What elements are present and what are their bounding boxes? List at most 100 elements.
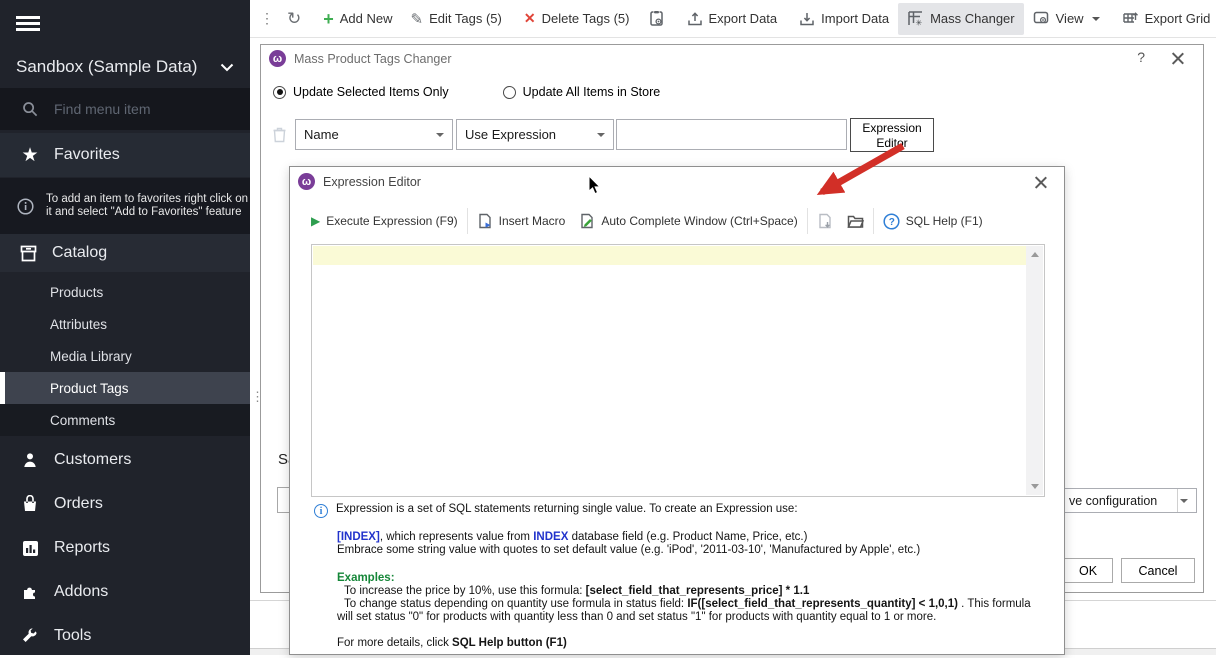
open-expression-button[interactable]: [840, 205, 871, 237]
radio-update-all[interactable]: [503, 86, 516, 99]
caret-down-icon: [597, 133, 605, 137]
view-icon: [1033, 11, 1050, 26]
sidebar-item-attributes[interactable]: Attributes: [0, 308, 250, 340]
sidebar-item-tools[interactable]: Tools: [0, 614, 250, 658]
sidebar-item-product-tags-selected[interactable]: Product Tags: [0, 372, 250, 404]
editor-scrollbar[interactable]: [1026, 246, 1043, 495]
export-icon: [687, 11, 703, 27]
caret-down-icon: [1180, 499, 1188, 503]
remove-row-icon[interactable]: [272, 126, 287, 148]
sidebar-item-media-library[interactable]: Media Library: [0, 340, 250, 372]
import-data-button[interactable]: Import Data: [790, 3, 898, 35]
autocomplete-button[interactable]: Auto Complete Window (Ctrl+Space): [572, 205, 804, 237]
insert-macro-icon: [477, 213, 493, 229]
mass-dialog-titlebar: ω Mass Product Tags Changer: [269, 50, 452, 67]
svg-text:?: ?: [889, 217, 895, 228]
help-line-2: [INDEX], which represents value from IND…: [314, 531, 1042, 544]
cancel-button[interactable]: Cancel: [1121, 558, 1195, 583]
clipboard-eye-icon: [648, 10, 665, 27]
close-icon[interactable]: [1171, 51, 1185, 65]
update-scope-radios: Update Selected Items Only Update All It…: [273, 85, 660, 99]
toolbar-overflow-icon[interactable]: ⋮: [256, 10, 278, 27]
sidebar-item-addons[interactable]: Addons: [0, 570, 250, 614]
insert-macro-button[interactable]: Insert Macro: [470, 205, 573, 237]
hamburger-menu-button[interactable]: [0, 8, 250, 38]
save-configuration-combo[interactable]: ve configuration: [1056, 488, 1197, 513]
delete-tags-button[interactable]: ✕ Delete Tags (5): [515, 3, 639, 35]
action-combo[interactable]: Use Expression: [456, 119, 614, 150]
scroll-up-icon[interactable]: [1026, 246, 1043, 263]
help-circle-icon: ?: [883, 213, 900, 230]
export-data-button[interactable]: Export Data: [678, 3, 787, 35]
more-details-line: For more details, click SQL Help button …: [314, 637, 1042, 650]
expression-editor-toolbar: ▶ Execute Expression (F9) Insert Macro A…: [304, 205, 1054, 237]
refresh-button[interactable]: ↻: [278, 3, 310, 35]
tools-icon: [19, 627, 41, 645]
plus-icon: +: [323, 10, 334, 28]
example-1: To increase the price by 10%, use this f…: [314, 585, 1042, 598]
combo-dropdown-button[interactable]: [1177, 489, 1196, 512]
caret-down-icon: [436, 133, 444, 137]
mass-changer-button[interactable]: ✳ Mass Changer: [898, 3, 1024, 35]
ok-button[interactable]: OK: [1063, 558, 1113, 583]
autocomplete-icon: [579, 213, 595, 229]
help-line-1: Expression is a set of SQL statements re…: [336, 503, 798, 516]
radio-update-selected-label: Update Selected Items Only: [293, 85, 449, 99]
play-icon: ▶: [311, 214, 320, 228]
app-logo-icon: ω: [269, 50, 286, 67]
orders-icon: [19, 495, 41, 513]
search-input[interactable]: [52, 100, 222, 118]
help-line-3: Embrace some string value with quotes to…: [314, 544, 1042, 557]
folder-open-icon: [847, 214, 864, 229]
expression-help-text: i Expression is a set of SQL statements …: [314, 503, 1042, 650]
edit-tags-button[interactable]: ✎ Edit Tags (5): [402, 3, 511, 35]
export-grid-button[interactable]: Export Grid: [1113, 3, 1216, 35]
chevron-down-icon: [220, 63, 234, 72]
favorites-hint-text: To add an item to favorites right click …: [46, 193, 248, 220]
import-icon: [799, 11, 815, 27]
favorites-hint: To add an item to favorites right click …: [0, 178, 250, 234]
mass-changer-icon: ✳: [907, 10, 924, 27]
expression-editor-dialog: ω Expression Editor ▶ Execute Expression…: [289, 166, 1065, 655]
view-button[interactable]: View: [1024, 3, 1109, 35]
close-icon[interactable]: [1034, 175, 1048, 189]
favorites-label: Favorites: [54, 146, 120, 164]
reports-icon: [19, 540, 41, 557]
store-selector[interactable]: Sandbox (Sample Data): [0, 48, 250, 86]
sidebar-item-catalog[interactable]: Catalog: [0, 234, 250, 272]
value-input[interactable]: [616, 119, 847, 150]
scroll-down-icon[interactable]: [1026, 478, 1043, 495]
catalog-icon: [17, 245, 39, 262]
info-icon: [17, 198, 34, 215]
delete-icon: ✕: [524, 10, 536, 27]
sql-help-button[interactable]: ? SQL Help (F1): [876, 205, 990, 237]
expression-text-area[interactable]: [311, 244, 1045, 497]
sidebar-item-comments[interactable]: Comments: [0, 404, 250, 436]
radio-update-all-label: Update All Items in Store: [523, 85, 661, 99]
search-icon: [22, 101, 38, 117]
sidebar-item-customers[interactable]: Customers: [0, 438, 250, 482]
svg-text:✳: ✳: [916, 19, 923, 28]
examples-heading: Examples:: [314, 572, 1042, 585]
preview-button[interactable]: [639, 3, 674, 35]
catalog-label: Catalog: [52, 244, 107, 262]
save-expression-icon: [817, 213, 833, 229]
star-icon: ★: [19, 146, 41, 165]
sidebar-item-orders[interactable]: Orders: [0, 482, 250, 526]
sidebar-search: [0, 88, 250, 130]
expression-editor-title: Expression Editor: [323, 175, 421, 189]
export-grid-icon: [1122, 10, 1139, 27]
info-icon: i: [314, 504, 328, 518]
save-expression-button-disabled[interactable]: [810, 205, 840, 237]
sidebar-item-products[interactable]: Products: [0, 276, 250, 308]
field-combo[interactable]: Name: [295, 119, 453, 150]
help-button[interactable]: ?: [1137, 49, 1145, 65]
hamburger-icon: [16, 13, 40, 34]
sidebar-item-reports[interactable]: Reports: [0, 526, 250, 570]
expression-editor-button[interactable]: Expression Editor: [850, 118, 934, 152]
execute-expression-button[interactable]: ▶ Execute Expression (F9): [304, 205, 465, 237]
current-line-highlight: [313, 246, 1026, 265]
add-new-button[interactable]: + Add New: [314, 3, 401, 35]
radio-update-selected[interactable]: [273, 86, 286, 99]
sidebar-item-favorites[interactable]: ★ Favorites: [0, 133, 250, 177]
